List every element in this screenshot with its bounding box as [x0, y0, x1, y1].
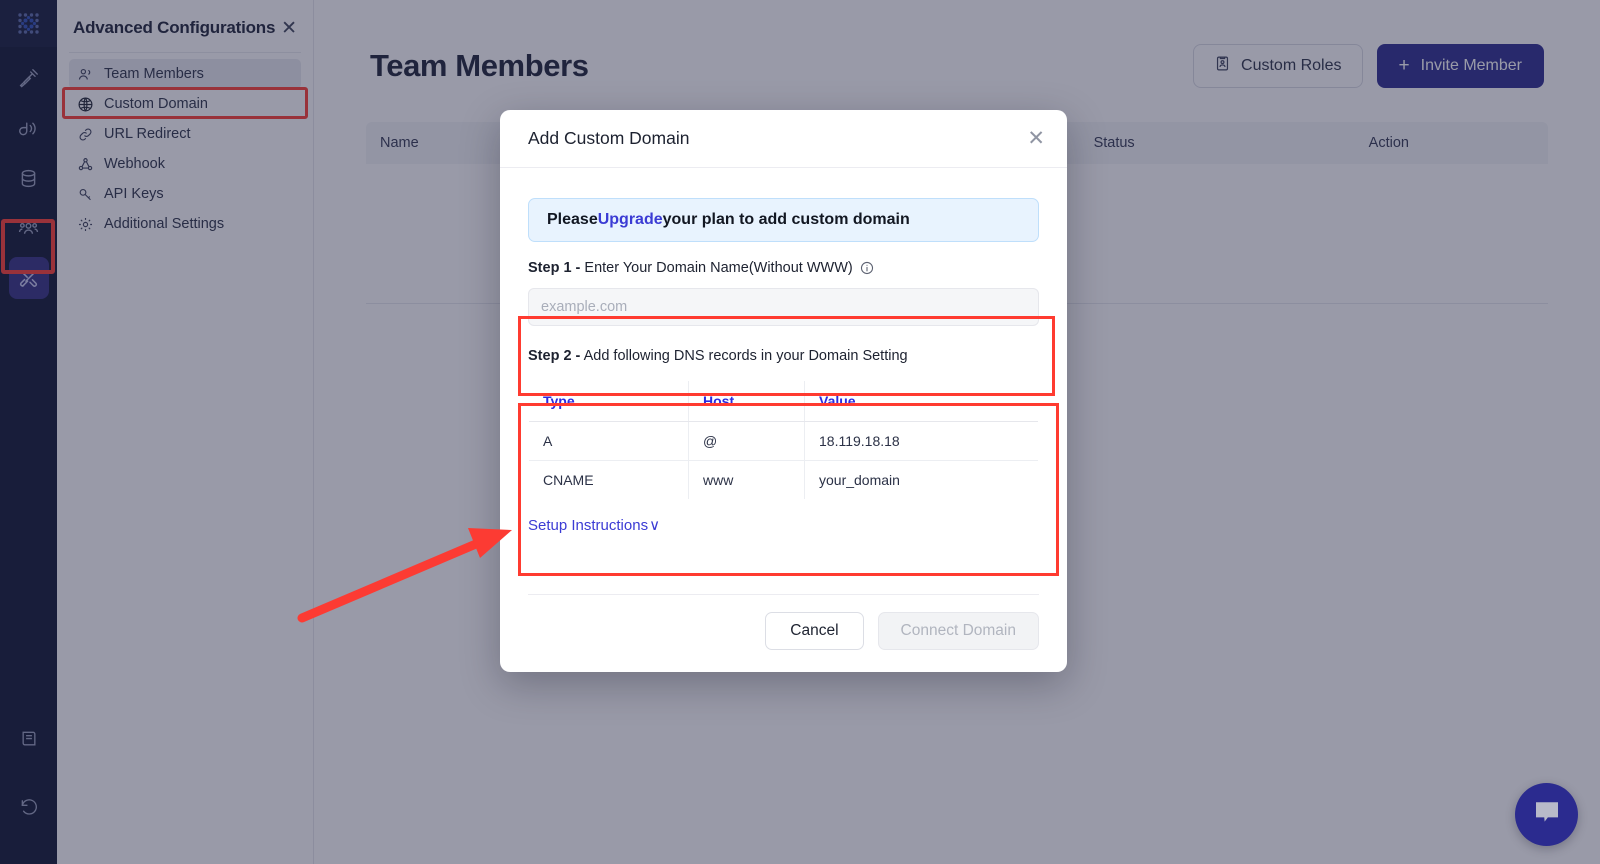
app-root: Team Members Custom Roles + Invite Membe… [0, 0, 1600, 864]
table-row: CNAME www your_domain [529, 460, 1038, 499]
modal-step-1: Step 1 - Enter Your Domain Name(Without … [528, 242, 1039, 326]
connect-domain-button: Connect Domain [877, 612, 1039, 650]
step-2-number: Step 2 - [528, 348, 581, 364]
chat-bubble-icon [1532, 797, 1562, 832]
modal-step-2: Step 2 - Add following DNS records in yo… [528, 326, 1039, 500]
upgrade-banner-prefix: Please [547, 211, 598, 228]
dialog-title: Add Custom Domain [528, 128, 690, 148]
dns-column-value: Value [804, 381, 1038, 422]
dialog-header: Add Custom Domain ✕ [500, 110, 1067, 168]
dns-table-head: Type Host Value [529, 381, 1038, 422]
dns-cell-type: CNAME [529, 460, 689, 499]
upgrade-banner-suffix: your plan to add custom domain [662, 211, 910, 228]
step-1-label: Step 1 - Enter Your Domain Name(Without … [528, 260, 1039, 276]
setup-instructions-label: Setup Instructions [528, 516, 649, 534]
setup-instructions-toggle[interactable]: Setup Instructions ∨ [528, 516, 661, 535]
dns-table-header-row: Type Host Value [529, 381, 1038, 422]
close-icon[interactable]: ✕ [1027, 128, 1045, 149]
dns-column-type: Type [529, 381, 689, 422]
info-circle-icon[interactable] [860, 261, 874, 275]
dns-cell-host: www [688, 460, 805, 499]
dns-cell-value: your_domain [819, 472, 900, 488]
domain-name-input[interactable] [528, 288, 1039, 326]
dns-cell-host: @ [688, 421, 805, 461]
step-1-text: Enter Your Domain Name(Without WWW) [580, 260, 853, 276]
chevron-down-icon: ∨ [649, 517, 661, 534]
dialog-footer: Cancel Connect Domain [528, 594, 1039, 672]
dns-cell-type: A [529, 421, 689, 461]
dns-column-host: Host [688, 381, 805, 422]
dns-table-body: A @ 18.119.18.18 CNAME www your_domain [529, 421, 1038, 499]
dialog-body: Please Upgrade your plan to add custom d… [500, 168, 1067, 594]
chat-widget-button[interactable] [1515, 783, 1578, 846]
upgrade-link[interactable]: Upgrade [598, 211, 663, 229]
dns-records-table: Type Host Value A @ 18.119.18.18 CNAME w… [528, 380, 1039, 500]
add-custom-domain-dialog: Add Custom Domain ✕ Please Upgrade your … [500, 110, 1067, 672]
table-row: A @ 18.119.18.18 [529, 421, 1038, 461]
upgrade-banner: Please Upgrade your plan to add custom d… [528, 198, 1039, 242]
step-2-label: Step 2 - Add following DNS records in yo… [528, 348, 1039, 364]
dns-cell-value: 18.119.18.18 [804, 421, 1038, 461]
step-1-number: Step 1 - [528, 260, 581, 276]
step-2-text: Add following DNS records in your Domain… [580, 348, 908, 364]
cancel-button[interactable]: Cancel [765, 612, 864, 650]
